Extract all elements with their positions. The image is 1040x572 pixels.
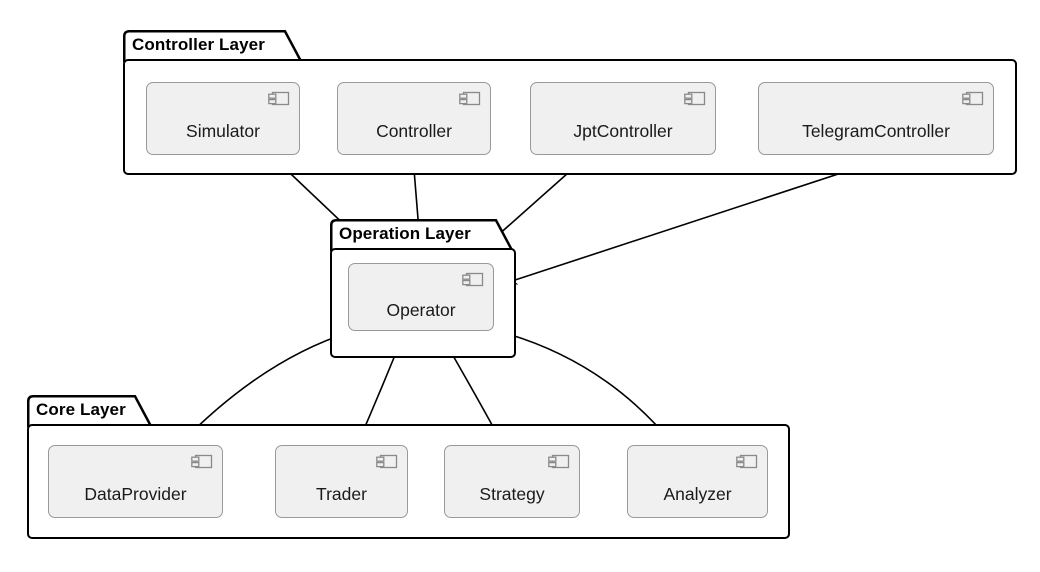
uml-component-icon: [962, 91, 984, 107]
component-label-trader: Trader: [316, 484, 367, 504]
package-label-controller-layer: Controller Layer: [132, 35, 265, 54]
component-telegram-controller[interactable]: TelegramController: [758, 82, 994, 155]
package-label-core-layer: Core Layer: [36, 400, 126, 419]
uml-component-icon: [376, 454, 398, 470]
component-label-telegram-controller: TelegramController: [802, 121, 950, 141]
package-label-operation-layer: Operation Layer: [339, 224, 471, 243]
uml-component-icon: [548, 454, 570, 470]
edge-telegram-controller-to-operator: [505, 156, 891, 285]
component-controller[interactable]: Controller: [337, 82, 491, 155]
component-strategy[interactable]: Strategy: [444, 445, 580, 518]
component-label-analyzer: Analyzer: [663, 484, 732, 504]
uml-component-icon: [736, 454, 758, 470]
component-jpt-controller[interactable]: JptController: [530, 82, 716, 155]
uml-component-icon: [462, 272, 484, 288]
component-label-strategy: Strategy: [479, 484, 545, 504]
uml-component-icon: [459, 91, 481, 107]
component-label-jpt-controller: JptController: [573, 121, 673, 141]
component-label-controller: Controller: [376, 121, 452, 141]
component-analyzer[interactable]: Analyzer: [627, 445, 768, 518]
uml-component-icon: [191, 454, 213, 470]
component-label-operator: Operator: [386, 299, 456, 320]
component-label-data-provider: DataProvider: [84, 484, 187, 504]
uml-component-diagram: Controller Layer Operation Layer Core Laye…: [0, 0, 1040, 572]
component-trader[interactable]: Trader: [275, 445, 408, 518]
uml-component-icon: [268, 91, 290, 107]
component-simulator[interactable]: Simulator: [146, 82, 300, 155]
component-data-provider[interactable]: DataProvider: [48, 445, 223, 518]
component-operator[interactable]: Operator: [348, 263, 494, 331]
component-label-simulator: Simulator: [186, 121, 260, 141]
uml-component-icon: [684, 91, 706, 107]
